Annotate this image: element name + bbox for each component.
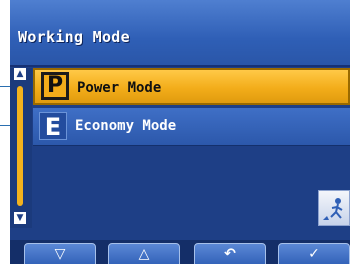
working-mode-screen: Working Mode ▲ ▼ P Power Mode E Economy … <box>10 0 350 264</box>
mode-figure-icon[interactable] <box>318 190 350 226</box>
figure-icon-graphic <box>323 198 343 220</box>
mode-item-economy[interactable]: E Economy Mode <box>33 108 350 146</box>
title-bar: Working Mode <box>10 0 350 67</box>
up-button[interactable]: △ <box>108 243 180 264</box>
back-button[interactable]: ↶ <box>194 243 266 264</box>
mode-item-power[interactable]: P Power Mode <box>33 68 350 105</box>
scroll-thumb[interactable] <box>17 86 23 206</box>
scrollbar[interactable]: ▲ ▼ <box>10 68 32 228</box>
economy-mode-icon: E <box>39 112 67 141</box>
scroll-down-icon[interactable]: ▼ <box>14 212 26 224</box>
confirm-button[interactable]: ✓ <box>278 243 350 264</box>
mode-label-power: Power Mode <box>77 80 162 96</box>
power-mode-icon: P <box>41 72 69 100</box>
softkey-bar: ▽ △ ↶ ✓ <box>10 240 350 264</box>
page-title: Working Mode <box>18 28 130 46</box>
scroll-up-icon[interactable]: ▲ <box>14 68 26 80</box>
down-button[interactable]: ▽ <box>24 243 96 264</box>
mode-label-economy: Economy Mode <box>75 118 177 134</box>
